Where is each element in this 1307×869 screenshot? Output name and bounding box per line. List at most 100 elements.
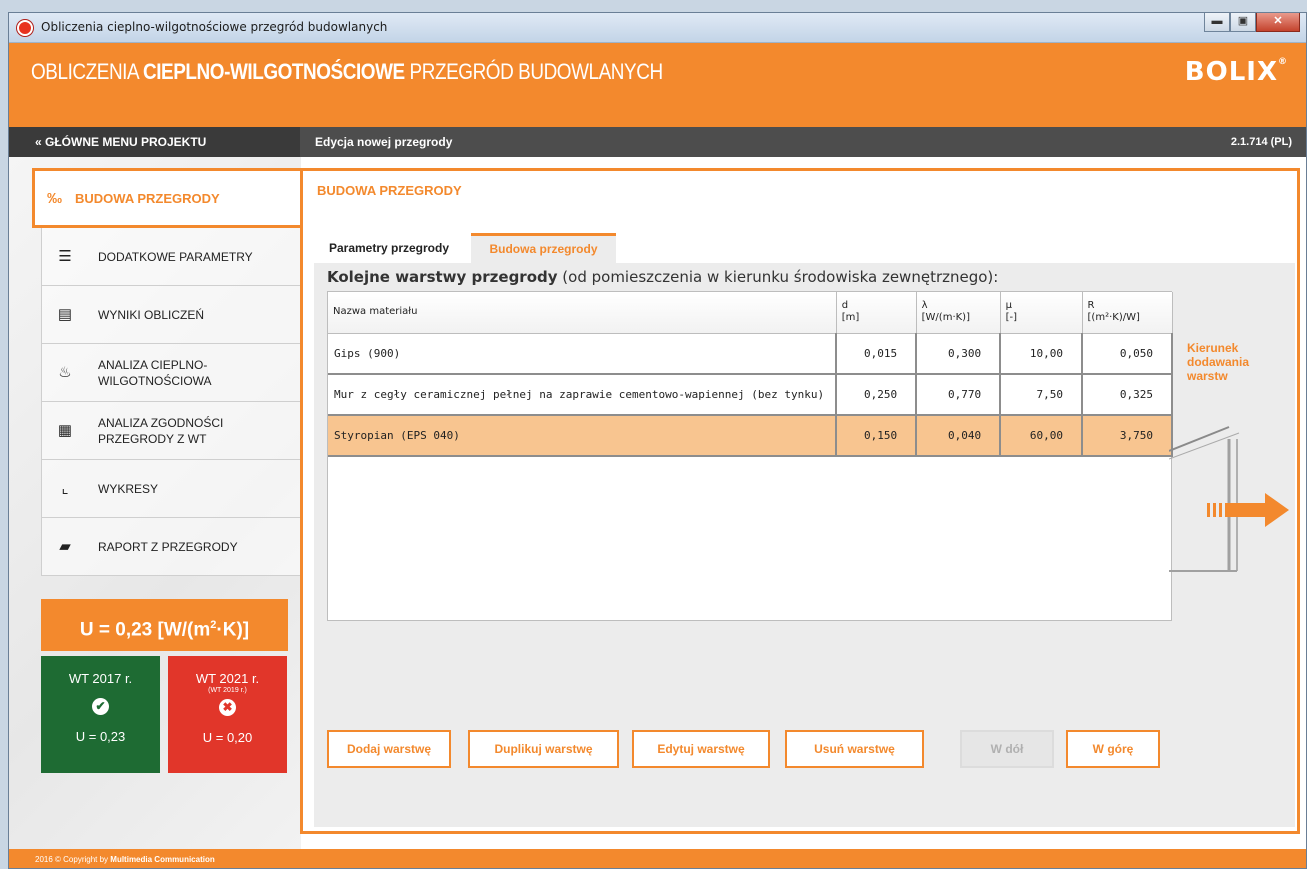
version-label: 2.1.714 (PL) <box>1230 136 1292 148</box>
cell-d: 0,015 <box>836 333 918 375</box>
layers-panel: Kolejne warstwy przegrody (od pomieszcze… <box>314 263 1295 827</box>
move-down-button[interactable]: W dół <box>960 730 1054 768</box>
cell-mu: 10,00 <box>1000 333 1084 375</box>
move-up-button[interactable]: W górę <box>1066 730 1160 768</box>
delete-layer-button[interactable]: Usuń warstwę <box>785 730 924 768</box>
column-header-lambda[interactable]: λ [W/(m·K)] <box>916 292 1001 334</box>
chart-icon: ⌞ <box>61 479 69 497</box>
table-row[interactable]: Gips (900) 0,015 0,300 10,00 0,050 <box>328 333 1173 375</box>
panel-title-bold: Kolejne warstwy przegrody <box>327 268 558 286</box>
breadcrumb: Edycja nowej przegrody <box>315 135 453 149</box>
header-unit: [-] <box>1005 312 1017 324</box>
duplicate-layer-button[interactable]: Duplikuj warstwę <box>468 730 619 768</box>
company-name: Multimedia Communication <box>110 855 215 864</box>
wt-2021-u-value: U = 0,20 <box>202 730 253 745</box>
column-header-name[interactable]: Nazwa materiału <box>328 292 837 334</box>
app-title-part2: CIEPLNO-WILGOTNOŚCIOWE <box>142 59 405 84</box>
sidebar-item-wyniki-obliczen[interactable]: ▤ WYNIKI OBLICZEŃ <box>42 286 301 344</box>
cell-r: 0,325 <box>1082 374 1173 416</box>
column-header-r[interactable]: R [(m²·K)/W] <box>1082 292 1173 334</box>
sidebar-menu: ☰ DODATKOWE PARAMETRY ▤ WYNIKI OBLICZEŃ … <box>41 228 301 576</box>
panel-title-rest: (od pomieszczenia w kierunku środowiska … <box>557 268 999 286</box>
printer-icon: ▰ <box>59 537 71 555</box>
app-title: OBLICZENIA CIEPLNO-WILGOTNOŚCIOWE PRZEGR… <box>31 59 663 85</box>
panel-title: Kolejne warstwy przegrody (od pomieszcze… <box>327 268 998 286</box>
tab-parametry-przegrody[interactable]: Parametry przegrody <box>314 233 464 263</box>
table-header-row: Nazwa materiału d [m] λ [W/(m·K)] μ [-] R[(… <box>328 292 1173 334</box>
sidebar-item-dodatkowe-parametry[interactable]: ☰ DODATKOWE PARAMETRY <box>42 228 301 286</box>
add-layer-button[interactable]: Dodaj warstwę <box>327 730 451 768</box>
compliance-icon: ▦ <box>57 421 73 439</box>
wall-direction-illustration <box>1169 426 1289 572</box>
sidebar-item-label: WYKRESY <box>98 481 159 496</box>
wt-2017-u-value: U = 0,23 <box>75 729 126 744</box>
section-heading: BUDOWA PRZEGRODY <box>317 183 462 198</box>
app-header <box>9 43 1306 127</box>
check-icon: ✔ <box>92 698 109 715</box>
direction-line1: Kierunek <box>1187 341 1239 355</box>
cell-d: 0,250 <box>836 374 918 416</box>
cell-name: Mur z cegły ceramicznej pełnej na zapraw… <box>328 374 838 416</box>
cell-lambda: 0,040 <box>916 415 1002 457</box>
logo-mark: ® <box>1278 57 1288 67</box>
column-header-mu[interactable]: μ [-] <box>1000 292 1083 334</box>
wt-2021-subtitle: (WT 2019 r.) <box>208 687 247 694</box>
copyright-text: 2016 © Copyright by <box>35 855 111 864</box>
cell-name: Styropian (EPS 040) <box>328 415 838 457</box>
main-menu-link[interactable]: « GŁÓWNE MENU PROJEKTU <box>9 127 300 157</box>
footer: 2016 © Copyright by Multimedia Communica… <box>9 849 1306 868</box>
window-title: Obliczenia cieplno-wilgotnościowe przegr… <box>41 20 388 34</box>
app-title-part3: PRZEGRÓD BUDOWLANYCH <box>404 59 664 84</box>
sidebar-item-analiza-zgodnosci[interactable]: ▦ ANALIZA ZGODNOŚCI PRZEGRODY Z WT <box>42 402 301 460</box>
table-row[interactable]: Mur z cegły ceramicznej pełnej na zapraw… <box>328 374 1173 416</box>
sidebar-item-label: RAPORT Z PRZEGRODY <box>98 539 238 554</box>
parameters-icon: ☰ <box>58 247 72 265</box>
minimize-button[interactable]: ▬ <box>1204 13 1230 32</box>
cell-mu: 60,00 <box>1000 415 1084 457</box>
sidebar-item-label: ANALIZA ZGODNOŚCI PRZEGRODY Z WT <box>98 415 224 446</box>
results-icon: ▤ <box>57 305 73 323</box>
layers-table: Nazwa materiału d [m] λ [W/(m·K)] μ [-] R[(… <box>327 291 1173 621</box>
header-label: d <box>841 300 849 312</box>
column-header-d[interactable]: d [m] <box>836 292 917 334</box>
maximize-button[interactable]: ▣ <box>1230 13 1256 32</box>
bolix-logo: BOLIX® <box>1185 57 1288 87</box>
tab-budowa-przegrody[interactable]: Budowa przegrody <box>471 233 616 263</box>
cell-lambda: 0,770 <box>916 374 1002 416</box>
close-button[interactable]: ✕ <box>1256 13 1300 32</box>
header-unit: [(m²·K)/W] <box>1087 312 1140 324</box>
u-value-result: U = 0,23 [W/(m2·K)] <box>41 599 288 651</box>
logo-text: BOLIX <box>1184 57 1278 87</box>
app-window: Obliczenia cieplno-wilgotnościowe przegr… <box>8 12 1307 869</box>
header-label: R <box>1087 300 1095 312</box>
cell-name: Gips (900) <box>328 333 838 375</box>
sidebar-item-wykresy[interactable]: ⌞ WYKRESY <box>42 460 301 518</box>
header-label: λ <box>921 300 928 312</box>
cell-r: 3,750 <box>1082 415 1173 457</box>
wt-2021-year: WT 2021 r. <box>195 671 260 686</box>
direction-line2: dodawania <box>1187 355 1250 369</box>
layers-grid: Nazwa materiału d [m] λ [W/(m·K)] μ [-] R[(… <box>328 292 1173 457</box>
sidebar-item-raport[interactable]: ▰ RAPORT Z PRZEGRODY <box>42 518 301 576</box>
window-controls: ▬ ▣ ✕ <box>1204 13 1300 33</box>
sidebar-item-label: WYNIKI OBLICZEŃ <box>98 307 205 322</box>
direction-line3: warstw <box>1187 369 1228 383</box>
sidebar-item-label: DODATKOWE PARAMETRY <box>98 249 253 264</box>
sidebar-item-budowa-przegrody[interactable]: ‰ BUDOWA PRZEGRODY <box>32 168 300 228</box>
sidebar-item-analiza-cieplno-wilgotnosciowa[interactable]: ♨ ANALIZA CIEPLNO-WILGOTNOŚCIOWA <box>42 344 301 402</box>
nav-bar: « GŁÓWNE MENU PROJEKTU Edycja nowej prze… <box>9 127 1306 157</box>
cell-r: 0,050 <box>1082 333 1173 375</box>
header-unit: [m] <box>841 312 860 324</box>
u-value-prefix: U = 0,23 [W/(m <box>79 619 211 641</box>
wt-2021-status: WT 2021 r. (WT 2019 r.) ✖ U = 0,20 <box>168 656 287 773</box>
edit-layer-button[interactable]: Edytuj warstwę <box>632 730 770 768</box>
app-icon <box>17 20 33 36</box>
sidebar-item-label: BUDOWA PRZEGRODY <box>75 191 220 206</box>
main-content: BUDOWA PRZEGRODY Parametry przegrody Bud… <box>300 168 1300 834</box>
u-value-suffix: ·K)] <box>216 619 250 641</box>
wt-2017-year: WT 2017 r. <box>68 671 133 686</box>
title-bar: Obliczenia cieplno-wilgotnościowe przegr… <box>9 13 1306 43</box>
table-row-selected[interactable]: Styropian (EPS 040) 0,150 0,040 60,00 3,… <box>328 415 1173 457</box>
cell-mu: 7,50 <box>1000 374 1084 416</box>
cross-icon: ✖ <box>219 699 236 716</box>
